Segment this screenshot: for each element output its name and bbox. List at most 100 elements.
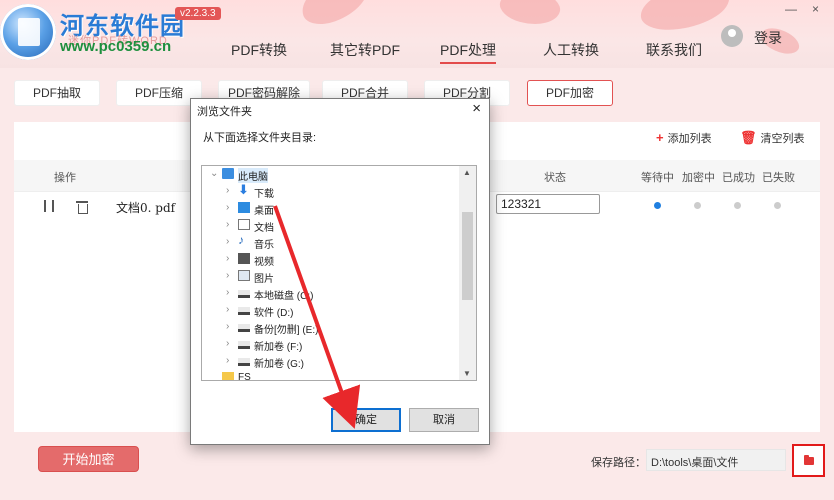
version-badge: v2.2.3.3 <box>175 7 221 20</box>
nav-manual-convert[interactable]: 人工转换 <box>543 40 599 60</box>
minimize-icon[interactable]: — <box>785 2 797 16</box>
trash-red-icon: 🗑 <box>740 130 757 145</box>
cancel-button[interactable]: 取消 <box>409 408 479 432</box>
chevron-right-icon[interactable]: › <box>226 287 229 298</box>
drive-icon <box>238 324 250 332</box>
save-path-label: 保存路径： <box>591 457 646 469</box>
chevron-right-icon[interactable]: › <box>226 270 229 281</box>
col-waiting: 等待中 <box>641 172 674 184</box>
scroll-thumb[interactable] <box>462 212 473 300</box>
pc-icon <box>222 168 234 179</box>
logo: 河东软件园 迷你PDF转WORD www.pc0359.cn v2.2.3.3 <box>0 2 230 66</box>
tree-item-label: 新加卷 (G:) <box>254 359 304 370</box>
user-avatar-icon[interactable] <box>721 25 743 47</box>
chevron-right-icon[interactable]: › <box>226 185 229 196</box>
tree-item-label: 图片 <box>254 274 274 285</box>
tree-item-label: 音乐 <box>254 240 274 251</box>
folder-icon <box>222 372 234 380</box>
picture-icon <box>238 270 250 281</box>
video-icon <box>238 253 250 264</box>
tree-item-label: 软件 (D:) <box>254 308 294 319</box>
status-dot-success <box>734 202 741 209</box>
petal-decoration <box>295 0 375 31</box>
browse-folder-button[interactable] <box>792 444 825 477</box>
clear-list-label: 清空列表 <box>760 133 805 145</box>
dialog-prompt: 从下面选择文件夹目录: <box>203 132 317 144</box>
ok-button[interactable]: 确定 <box>331 408 401 432</box>
status-dot-encrypting <box>694 202 701 209</box>
start-encrypt-button[interactable]: 开始加密 <box>38 446 139 472</box>
chevron-right-icon[interactable]: › <box>226 219 229 230</box>
dialog-title: 浏览文件夹 <box>197 106 252 118</box>
petal-decoration <box>496 0 564 32</box>
tree-item-drive-c[interactable]: › 本地磁盘 (C:) <box>202 285 460 302</box>
chevron-right-icon[interactable]: › <box>226 236 229 247</box>
tree-item-label: 文档 <box>254 223 274 234</box>
folder-icon <box>804 455 814 465</box>
tree-item-drive-f[interactable]: › 新加卷 (F:) <box>202 336 460 353</box>
tree-item-label: 下载 <box>254 189 274 200</box>
col-failed: 已失败 <box>762 172 795 184</box>
status-dot-waiting <box>654 202 661 209</box>
document-icon <box>238 219 250 230</box>
tree-item-label: 新加卷 (F:) <box>254 342 303 353</box>
plus-icon: + <box>656 130 664 145</box>
pause-icon[interactable] <box>44 200 54 212</box>
nav-other-to-pdf[interactable]: 其它转PDF <box>330 40 400 60</box>
tab-pdf-extract[interactable]: PDF抽取 <box>14 80 100 106</box>
chevron-right-icon[interactable]: › <box>226 355 229 366</box>
chevron-down-icon[interactable]: ⌄ <box>210 168 218 179</box>
tree-item-fs[interactable]: FS <box>202 370 460 381</box>
drive-icon <box>238 307 250 315</box>
scroll-up-icon[interactable]: ▲ <box>463 168 471 177</box>
tree-item-documents[interactable]: › 文档 <box>202 217 460 234</box>
tree-item-label: 备份[勿删] (E:) <box>254 325 319 336</box>
clear-list-button[interactable]: 🗑 清空列表 <box>740 130 805 146</box>
chevron-right-icon[interactable]: › <box>226 202 229 213</box>
chevron-right-icon[interactable]: › <box>226 321 229 332</box>
desktop-icon <box>238 202 250 213</box>
tree-item-drive-e[interactable]: › 备份[勿删] (E:) <box>202 319 460 336</box>
file-name: 文档0. pdf <box>116 201 176 215</box>
tree-item-this-pc[interactable]: ⌄ 此电脑 <box>202 166 460 183</box>
chevron-right-icon[interactable]: › <box>226 338 229 349</box>
tree-item-music[interactable]: › ♪ 音乐 <box>202 233 460 251</box>
chevron-right-icon[interactable]: › <box>226 304 229 315</box>
status-dot-failed <box>774 202 781 209</box>
drive-icon <box>238 290 250 298</box>
nav-pdf-convert[interactable]: PDF转换 <box>231 40 287 60</box>
col-op: 操作 <box>54 172 76 184</box>
close-icon[interactable]: × <box>812 2 819 16</box>
logo-badge-icon <box>0 4 56 60</box>
tree-item-label: 此电脑 <box>238 168 268 183</box>
petal-decoration <box>637 0 733 35</box>
folder-tree[interactable]: ⌄ 此电脑 › ⬇ 下载 › 桌面 › 文档 › ♪ 音乐 › 视频 › 图片 … <box>201 165 477 381</box>
tree-item-label: FS <box>238 372 251 381</box>
col-status: 状态 <box>544 172 566 184</box>
tree-item-downloads[interactable]: › ⬇ 下载 <box>202 182 460 200</box>
login-button[interactable]: 登录 <box>754 28 782 48</box>
nav-contact[interactable]: 联系我们 <box>646 40 702 60</box>
tree-item-videos[interactable]: › 视频 <box>202 251 460 268</box>
app-window: 河东软件园 迷你PDF转WORD www.pc0359.cn v2.2.3.3 … <box>0 0 834 500</box>
dialog-close-icon[interactable]: × <box>472 100 481 117</box>
scroll-down-icon[interactable]: ▼ <box>463 369 471 378</box>
tree-item-desktop[interactable]: › 桌面 <box>202 200 460 217</box>
nav-pdf-process[interactable]: PDF处理 <box>440 40 496 64</box>
tree-scrollbar[interactable]: ▲ ▼ <box>459 166 476 380</box>
music-icon: ♪ <box>238 233 244 247</box>
add-list-label: 添加列表 <box>667 133 712 145</box>
add-list-button[interactable]: + 添加列表 <box>656 130 712 146</box>
tree-item-pictures[interactable]: › 图片 <box>202 268 460 285</box>
chevron-right-icon[interactable]: › <box>226 253 229 264</box>
tree-item-label: 本地磁盘 (C:) <box>254 291 314 302</box>
tree-item-drive-g[interactable]: › 新加卷 (G:) <box>202 353 460 370</box>
password-input[interactable]: 123321 <box>496 194 600 214</box>
drive-icon <box>238 358 250 366</box>
tree-item-drive-d[interactable]: › 软件 (D:) <box>202 302 460 319</box>
tree-item-label: 桌面 <box>254 206 274 217</box>
col-encrypting: 加密中 <box>682 172 715 184</box>
tab-pdf-encrypt[interactable]: PDF加密 <box>527 80 613 106</box>
save-path-field[interactable]: D:\tools\桌面\文件 <box>646 449 786 471</box>
delete-icon[interactable] <box>76 199 88 214</box>
